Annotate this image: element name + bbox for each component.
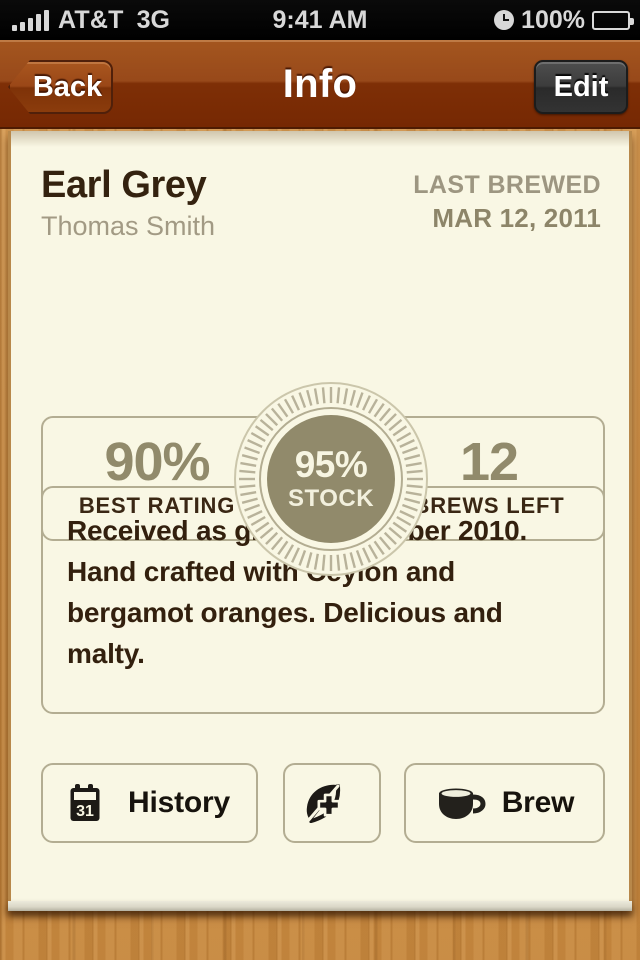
edit-button[interactable]: Edit [534, 60, 628, 114]
best-rating-value: 90% [104, 432, 210, 492]
last-brewed-date: MAR 12, 2011 [432, 203, 601, 233]
leaf-plus-icon [301, 780, 349, 826]
last-brewed-block: LAST BREWED MAR 12, 2011 [413, 169, 601, 235]
calendar-icon: 31 [69, 781, 113, 825]
add-leaf-button[interactable] [283, 763, 381, 843]
detail-card: Earl Grey Thomas Smith LAST BREWED MAR 1… [8, 131, 632, 909]
tea-header: Earl Grey Thomas Smith LAST BREWED MAR 1… [41, 163, 601, 244]
status-bar: AT&T 3G 9:41 AM 100% [0, 0, 640, 40]
last-brewed-label: LAST BREWED [413, 171, 601, 199]
edit-button-label: Edit [553, 70, 609, 103]
svg-text:31: 31 [76, 803, 94, 820]
teacup-icon [435, 783, 487, 823]
action-bar: 31 History Brew [41, 763, 605, 843]
brew-button-label: Brew [501, 786, 575, 819]
alarm-clock-icon [494, 10, 515, 30]
brew-button[interactable]: Brew [404, 763, 605, 843]
navigation-bar: Back Info Edit [0, 40, 640, 129]
card-bottom-edge [8, 901, 632, 911]
stock-badge-icon: 95% STOCK [233, 381, 429, 577]
history-button-label: History [128, 786, 230, 819]
history-button[interactable]: 31 History [41, 763, 258, 843]
status-bar-clock: 9:41 AM [272, 6, 368, 34]
battery-full-icon [592, 10, 634, 30]
